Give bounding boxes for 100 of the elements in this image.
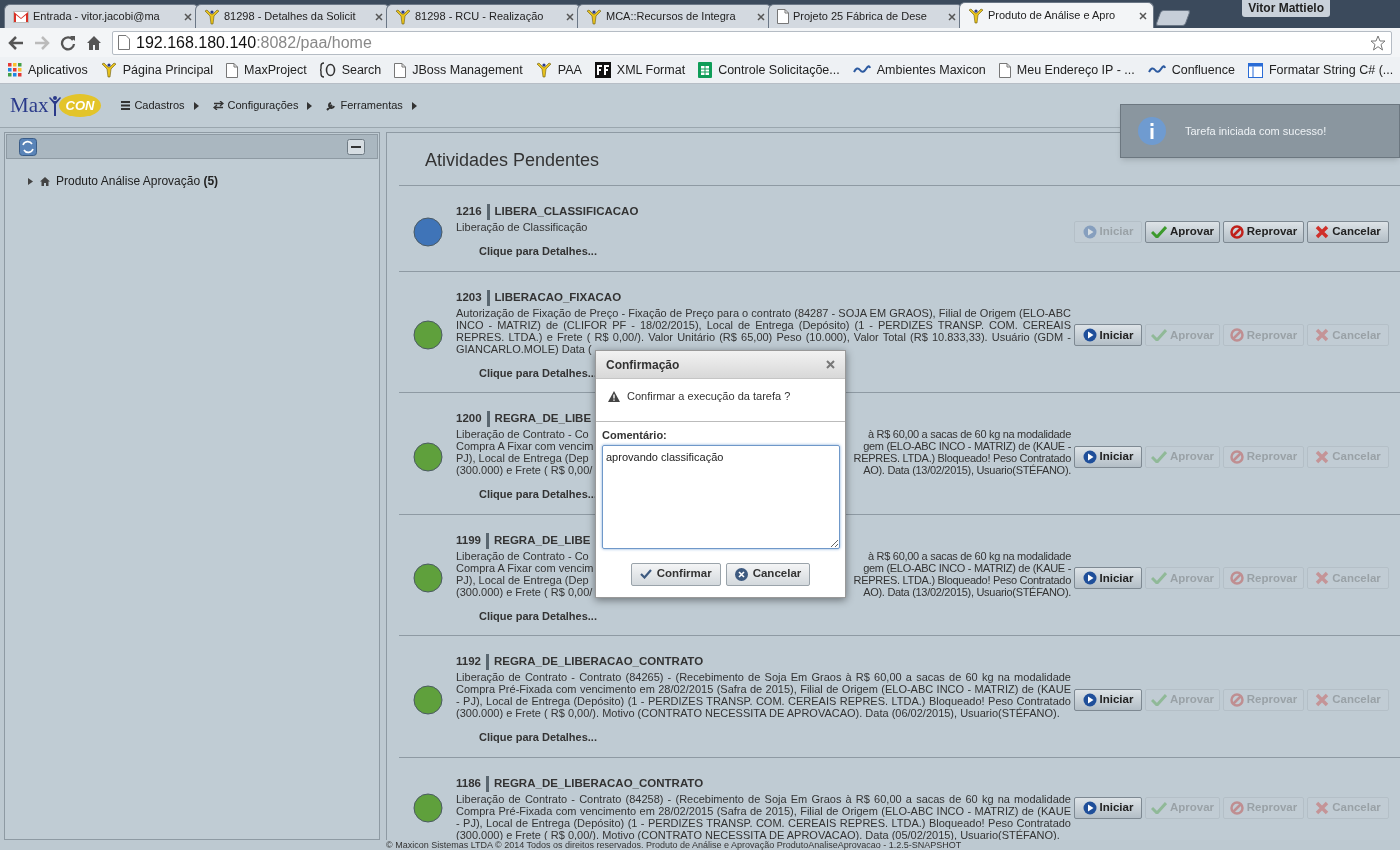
- description-text: Liberação de Contrato - Contrato (84265) - (Recebimento de Soja Em Graos à R$ 60,00 a sacas de 60 kg na modalidade Compra Pré-Fixada com vencimento em 28/02/2015 (Safra de 2015), Filial de Origem (ELO-ABC INCO - MATRIZ) de (KAUE - PJ), Local de Entrega (Depósito) (1 - PERDIZES TRANSP. COM. CEREAIS REPRES. LTDA.) Bloqueado! Peso Contratado (300.000) e Frete ( R$ 0,00/). Motivo (CONTRATO NECESSITA DE APROVACAO). Data (06/02/2015), Usuario(STÉFANO).: [456, 671, 1071, 719]
- start-button[interactable]: Iniciar: [1074, 688, 1142, 711]
- no-entry-icon: [1229, 328, 1244, 343]
- cancel-button[interactable]: Cancelar: [725, 562, 811, 586]
- wave-icon: [852, 65, 871, 75]
- reload-icon[interactable]: [60, 34, 76, 51]
- no-entry-icon: [1229, 801, 1244, 815]
- bookmark[interactable]: Aplicativos: [8, 60, 88, 80]
- home-icon[interactable]: [86, 34, 102, 51]
- refresh-icon[interactable]: [19, 137, 37, 156]
- cancel-button[interactable]: Cancelar: [1307, 220, 1389, 243]
- details-link[interactable]: Clique para Detalhes...: [479, 607, 597, 624]
- details-link[interactable]: Clique para Detalhes...: [479, 364, 597, 381]
- start-button[interactable]: Iniciar: [1074, 797, 1142, 819]
- play-icon: [1082, 328, 1097, 343]
- list-icon: [121, 101, 131, 110]
- tree-item[interactable]: Produto Análise Aprovação (5): [5, 160, 379, 190]
- wrench-icon: [326, 100, 337, 111]
- dialog-message: Confirmar a execução da tarefa ?: [627, 388, 791, 404]
- logo-text: Max: [10, 91, 49, 119]
- logo-badge: CON: [58, 93, 102, 118]
- description-text: Liberação de Classificação: [456, 221, 589, 233]
- description-text: REPRES. LTDA.) Bloqueado! Peso Contratado: [853, 573, 1071, 586]
- close-icon[interactable]: [826, 360, 835, 369]
- no-entry-icon: [1229, 224, 1244, 239]
- close-icon[interactable]: [184, 12, 192, 21]
- caret-icon: [411, 101, 417, 110]
- bookmark[interactable]: MaxProject: [226, 60, 307, 80]
- wave-icon: [1147, 65, 1166, 75]
- close-icon[interactable]: [375, 12, 383, 21]
- description-text: à R$ 60,00 a sacas de 60 kg na modalidade: [868, 428, 1071, 440]
- figure-icon: [968, 7, 984, 24]
- close-icon[interactable]: [757, 12, 765, 21]
- start-button[interactable]: Iniciar: [1074, 324, 1142, 347]
- figure-icon: [100, 62, 117, 78]
- bookmark[interactable]: Search: [319, 60, 382, 80]
- figure-icon: [535, 62, 552, 78]
- bookmark[interactable]: Confluence: [1147, 60, 1235, 80]
- x-icon: [1315, 692, 1330, 707]
- description-text: (300.000) e Frete ( R$ 0,00/: [456, 464, 593, 476]
- comment-label: Comentário:: [602, 428, 668, 443]
- address-bar[interactable]: 192.168.180.140:8082/paa/home: [112, 30, 1392, 55]
- start-button[interactable]: Iniciar: [1074, 445, 1142, 468]
- double-f-icon: [594, 62, 611, 78]
- bookmark[interactable]: Formatar String C# (...: [1247, 60, 1394, 80]
- bookmark[interactable]: PAA: [535, 60, 582, 80]
- x-icon: [1315, 571, 1330, 586]
- bookmark[interactable]: JBoss Management: [394, 60, 523, 80]
- back-icon[interactable]: [8, 35, 24, 50]
- close-icon[interactable]: [1139, 11, 1147, 20]
- details-link[interactable]: Clique para Detalhes...: [479, 243, 597, 260]
- window-icon: [1247, 62, 1263, 78]
- confirm-button[interactable]: Confirmar: [630, 562, 721, 586]
- menu-item[interactable]: Configurações: [212, 97, 313, 114]
- activity-name: LIBERACAO_FIXACAO: [494, 289, 622, 305]
- details-link[interactable]: Clique para Detalhes...: [479, 729, 597, 746]
- play-icon: [1082, 801, 1097, 815]
- menu-item[interactable]: Ferramentas: [326, 97, 417, 114]
- x-icon: [1315, 328, 1330, 343]
- check-icon: [1150, 450, 1167, 463]
- profile-name[interactable]: Vitor Mattielo: [1242, 0, 1330, 17]
- bookmark[interactable]: Controle Solicitaçõe...: [698, 60, 840, 80]
- details-link[interactable]: Clique para Detalhes...: [479, 486, 597, 503]
- close-icon[interactable]: [948, 12, 956, 21]
- comment-field[interactable]: aprovando classificação: [602, 444, 840, 549]
- description-text: GIANCARLO.MOLE) Data (: [456, 342, 593, 355]
- bookmark[interactable]: Ambientes Maxicon: [852, 60, 986, 80]
- collapse-button[interactable]: [347, 138, 365, 155]
- swap-arrows-icon: [212, 101, 224, 110]
- close-icon[interactable]: [566, 12, 574, 21]
- check-icon: [1150, 572, 1167, 585]
- activity-id: 1203: [456, 289, 482, 305]
- description-text: Compra A Fixar com vencim: [456, 561, 594, 574]
- figure-icon: [395, 8, 411, 25]
- menu-item[interactable]: Cadastros: [121, 97, 199, 114]
- play-icon: [1082, 571, 1097, 586]
- activity-name: REGRA_DE_LIBE: [494, 411, 592, 427]
- expand-caret-icon[interactable]: [27, 177, 34, 185]
- browser-tab[interactable]: Produto de Análise e Apro: [959, 2, 1154, 28]
- check-icon: [1150, 225, 1167, 238]
- approve-button[interactable]: Aprovar: [1145, 220, 1220, 243]
- start-button[interactable]: Iniciar: [1074, 567, 1142, 590]
- check-icon: [1150, 802, 1167, 814]
- description-text: à R$ 60,00 a sacas de 60 kg na modalidade: [868, 549, 1071, 562]
- star-icon[interactable]: [1370, 34, 1386, 51]
- page-heading: Atividades Pendentes: [424, 149, 601, 172]
- reject-button[interactable]: Reprovar: [1223, 220, 1304, 243]
- bookmark[interactable]: Página Principal: [100, 60, 214, 80]
- play-icon: [1082, 224, 1097, 239]
- description-text: Liberação de Contrato - Co: [456, 428, 589, 440]
- description-text: (300.000) e Frete ( R$ 0,00/: [456, 585, 593, 598]
- bookmark[interactable]: Meu Endereço IP - ...: [998, 60, 1135, 80]
- bookmark[interactable]: XML Format: [594, 60, 686, 80]
- check-icon: [1150, 693, 1167, 706]
- activity-id: 1186: [456, 775, 481, 791]
- x-icon: [1315, 224, 1330, 239]
- brace-circle-icon: [319, 62, 336, 78]
- new-tab-button[interactable]: [1155, 10, 1191, 26]
- tree-label: Produto Análise Aprovação (5): [56, 173, 219, 190]
- description-text: INCO - MATRIZ) de (CLIFOR PF - 18/02/2015), Local de Entrega (Depósito) (1 - PERDIZES TRANSP. COM. CEREAIS: [456, 318, 1071, 331]
